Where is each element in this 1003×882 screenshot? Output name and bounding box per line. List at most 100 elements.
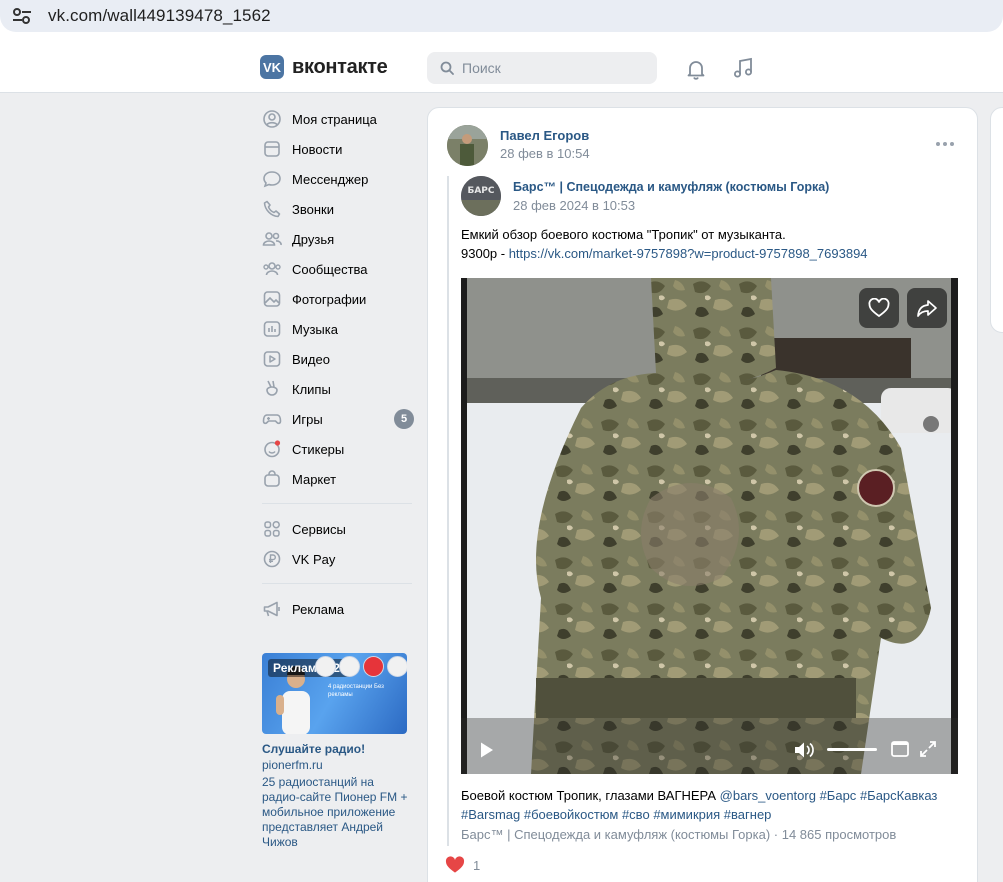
- menu-item-clips[interactable]: Клипы: [260, 374, 420, 404]
- miniplayer-icon[interactable]: [891, 741, 909, 757]
- menu-item-friends[interactable]: Друзья: [260, 224, 420, 254]
- likes-count: 1: [473, 857, 481, 873]
- menu-item-vk-pay[interactable]: VK Pay: [260, 544, 420, 574]
- menu-item-communities[interactable]: Сообщества: [260, 254, 420, 284]
- menu-item-games[interactable]: Игры 5: [260, 404, 420, 434]
- search-icon: [440, 61, 454, 75]
- hashtag-link[interactable]: #боевойкостюм: [524, 807, 618, 822]
- communities-icon: [263, 262, 281, 276]
- author-avatar[interactable]: [447, 125, 488, 166]
- vkpay-icon: [263, 550, 281, 568]
- url-text[interactable]: vk.com/wall449139478_1562: [48, 6, 271, 26]
- menu-item-services[interactable]: Сервисы: [260, 514, 420, 544]
- message-icon: [263, 171, 281, 188]
- hashtag-link[interactable]: #вагнер: [724, 807, 772, 822]
- product-link[interactable]: https://vk.com/market-9757898?w=product-…: [509, 246, 868, 261]
- ad-block[interactable]: Реклама 12+ 4 радиостанции Без рекламы С…: [262, 653, 408, 850]
- services-icon: [264, 520, 280, 537]
- video-player[interactable]: [461, 278, 958, 774]
- ad-image-text: 4 радиостанции Без рекламы: [328, 684, 384, 698]
- menu-label: Маркет: [292, 471, 337, 487]
- like-button[interactable]: 1: [445, 856, 480, 874]
- group-avatar-image: БАРС: [461, 176, 501, 216]
- video-share-button[interactable]: [907, 288, 947, 328]
- more-options-icon[interactable]: [935, 139, 955, 149]
- heart-filled-icon: [445, 856, 465, 873]
- menu-item-calls[interactable]: Звонки: [260, 194, 420, 224]
- games-badge: 5: [394, 409, 414, 429]
- ad-text[interactable]: 25 радиостанций на радио-сайте Пионер FM…: [262, 775, 408, 850]
- menu-label: Клипы: [292, 381, 331, 397]
- menu-label: Реклама: [292, 601, 345, 617]
- repost-indicator: [447, 176, 449, 846]
- author-avatar-image: [447, 125, 488, 166]
- menu-item-news[interactable]: Новости: [260, 134, 420, 164]
- menu-item-stickers[interactable]: Стикеры: [260, 434, 420, 464]
- vk-logo-text: вконтакте: [292, 55, 388, 78]
- video-views: 14 865 просмотров: [781, 827, 897, 842]
- play-icon[interactable]: [479, 741, 495, 759]
- hashtag-link[interactable]: #Barsmag: [461, 807, 520, 822]
- hashtag-link[interactable]: #мимикрия: [653, 807, 720, 822]
- group-avatar[interactable]: БАРС: [461, 176, 501, 216]
- hashtag-link[interactable]: #сво: [622, 807, 650, 822]
- menu-label: Игры: [292, 411, 323, 427]
- tune-icon[interactable]: [12, 7, 32, 25]
- menu-item-ads[interactable]: Реклама: [260, 594, 420, 624]
- menu-item-music[interactable]: Музыка: [260, 314, 420, 344]
- ad-title[interactable]: Слушайте радио!: [262, 742, 408, 756]
- video-source-group[interactable]: Барс™ | Спецодежда и камуфляж (костюмы Г…: [461, 827, 770, 842]
- post-author-name[interactable]: Павел Егоров: [500, 128, 589, 143]
- menu-item-my-page[interactable]: Моя страница: [260, 104, 420, 134]
- post-card: Павел Егоров 28 фев в 10:54 БАРС Барс™ |…: [427, 107, 978, 882]
- menu-label: Стикеры: [292, 441, 345, 457]
- left-menu: Моя страница Новости Мессенджер Звонки Д…: [260, 104, 420, 624]
- menu-item-photos[interactable]: Фотографии: [260, 284, 420, 314]
- menu-item-video[interactable]: Видео: [260, 344, 420, 374]
- menu-divider: [262, 503, 412, 504]
- video-like-button[interactable]: [859, 288, 899, 328]
- share-icon: [917, 300, 937, 317]
- menu-label: Друзья: [292, 231, 335, 247]
- repost-date[interactable]: 28 фев 2024 в 10:53: [513, 198, 635, 213]
- repost-group-name[interactable]: Барс™ | Спецодежда и камуфляж (костюмы Г…: [513, 180, 829, 194]
- menu-label: Звонки: [292, 201, 334, 217]
- megaphone-icon: [263, 601, 280, 617]
- bell-icon[interactable]: [684, 57, 708, 81]
- right-column-card: [990, 107, 1003, 333]
- search-input[interactable]: [462, 58, 642, 78]
- fullscreen-icon[interactable]: [919, 740, 937, 758]
- gamepad-icon: [262, 414, 282, 425]
- post-text-line: Емкий обзор боевого костюма "Тропик" от …: [461, 227, 786, 242]
- music-chart-icon: [263, 321, 281, 337]
- vk-logo[interactable]: VK вконтакте: [260, 55, 388, 79]
- hashtag-link[interactable]: #БарсКавказ: [860, 788, 937, 803]
- menu-label: Мессенджер: [292, 171, 369, 187]
- menu-item-messenger[interactable]: Мессенджер: [260, 164, 420, 194]
- caption-text: Боевой костюм Тропик, глазами ВАГНЕРА: [461, 788, 720, 803]
- menu-label: Видео: [292, 351, 330, 367]
- url-field[interactable]: vk.com/wall449139478_1562: [0, 0, 1003, 32]
- hashtag-link[interactable]: #Барс: [820, 788, 857, 803]
- vk-logo-icon: VK: [260, 55, 284, 79]
- menu-divider: [262, 583, 412, 584]
- video-caption: Боевой костюм Тропик, глазами ВАГНЕРА @b…: [461, 786, 961, 824]
- volume-slider[interactable]: [827, 748, 877, 751]
- video-frame: [461, 278, 958, 774]
- ad-domain[interactable]: pionerfm.ru: [262, 758, 408, 772]
- menu-label: Музыка: [292, 321, 338, 337]
- menu-label: Моя страница: [292, 111, 377, 127]
- ad-image[interactable]: Реклама 12+ 4 радиостанции Без рекламы: [262, 653, 407, 734]
- price-text: 9300р -: [461, 246, 509, 261]
- menu-label: Фотографии: [292, 291, 367, 307]
- market-bag-icon: [264, 470, 280, 487]
- volume-icon[interactable]: [793, 740, 817, 760]
- group-avatar-text: БАРС: [467, 186, 494, 196]
- browser-address-bar: vk.com/wall449139478_1562: [0, 0, 1003, 36]
- video-source: Барс™ | Спецодежда и камуфляж (костюмы Г…: [461, 827, 897, 842]
- menu-item-market[interactable]: Маркет: [260, 464, 420, 494]
- clips-icon: [266, 380, 278, 396]
- mention-link[interactable]: @bars_voentorg: [720, 788, 816, 803]
- post-date[interactable]: 28 фев в 10:54: [500, 146, 590, 161]
- music-icon[interactable]: [731, 56, 755, 80]
